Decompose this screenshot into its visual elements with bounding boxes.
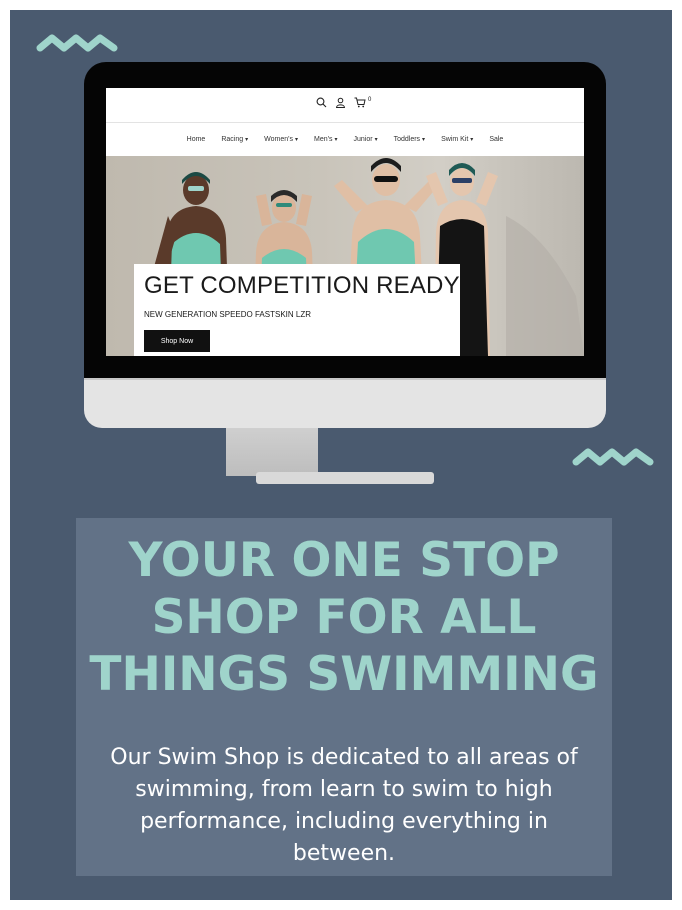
chevron-down-icon: ▾ (470, 136, 474, 143)
hero-title: GET COMPETITION READY (144, 272, 460, 299)
nav-item-toddlers[interactable]: Toddlers ▾ (394, 136, 425, 143)
chevron-down-icon: ▾ (422, 136, 426, 143)
nav-item-racing[interactable]: Racing ▾ (221, 136, 248, 143)
hero-card: GET COMPETITION READY NEW GENERATION SPE… (134, 264, 460, 356)
description-text: Our Swim Shop is dedicated to all areas … (110, 745, 578, 866)
user-icon[interactable] (335, 97, 346, 108)
chevron-down-icon: ▾ (294, 136, 298, 143)
zigzag-wave-icon (572, 448, 654, 466)
poster: 0 Home Racing ▾ Women's ▾ Men's ▾ Junior ▾ T… (10, 10, 672, 900)
chevron-down-icon: ▾ (374, 136, 378, 143)
headline: YOUR ONE STOP SHOP FOR ALL THINGS SWIMMI… (76, 532, 612, 703)
monitor-chin (84, 378, 606, 428)
zigzag-wave-icon (36, 34, 118, 52)
site-nav: Home Racing ▾ Women's ▾ Men's ▾ Junior ▾ Tod… (106, 123, 584, 155)
nav-item-mens[interactable]: Men's ▾ (314, 136, 337, 143)
hero-subtitle: NEW GENERATION SPEEDO FASTSKIN LZR (144, 310, 311, 319)
cart-icon[interactable] (354, 97, 366, 108)
info-panel: YOUR ONE STOP SHOP FOR ALL THINGS SWIMMI… (76, 518, 612, 876)
site-header: 0 (106, 88, 584, 123)
headline-line: YOUR ONE STOP (128, 533, 560, 588)
hero-banner[interactable]: GET COMPETITION READY NEW GENERATION SPE… (106, 156, 584, 356)
nav-item-swim-kit[interactable]: Swim Kit ▾ (441, 136, 473, 143)
desktop-monitor: 0 Home Racing ▾ Women's ▾ Men's ▾ Junior ▾ T… (84, 62, 606, 428)
cart-count: 0 (368, 96, 372, 103)
monitor-stand (226, 428, 318, 476)
search-icon[interactable] (316, 97, 327, 108)
nav-item-home[interactable]: Home (187, 136, 206, 143)
chevron-down-icon: ▾ (334, 136, 338, 143)
chevron-down-icon: ▾ (245, 136, 249, 143)
shop-now-button[interactable]: Shop Now (144, 330, 210, 352)
nav-item-sale[interactable]: Sale (489, 136, 503, 143)
nav-item-womens[interactable]: Women's ▾ (264, 136, 298, 143)
headline-line: THINGS SWIMMING (89, 647, 599, 702)
nav-item-junior[interactable]: Junior ▾ (353, 136, 377, 143)
monitor-stand-base (256, 472, 434, 484)
headline-line: SHOP FOR ALL (151, 590, 537, 645)
website-screen: 0 Home Racing ▾ Women's ▾ Men's ▾ Junior ▾ T… (106, 88, 584, 356)
